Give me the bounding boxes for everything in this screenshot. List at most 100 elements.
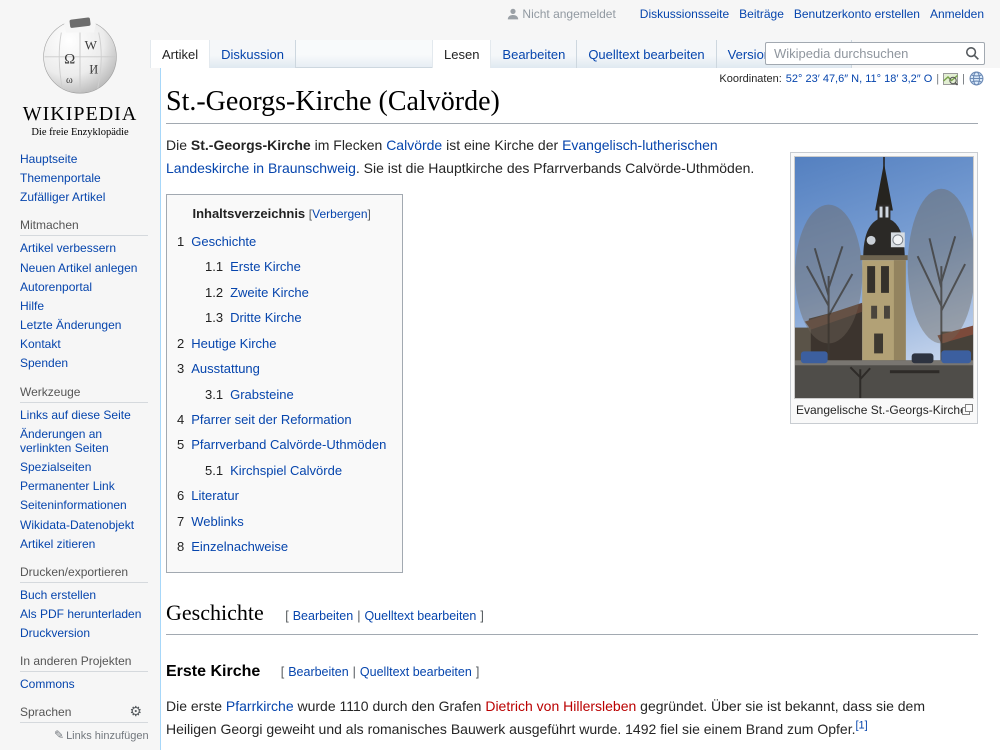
personal-link[interactable]: Diskussionsseite — [640, 7, 729, 21]
map-icon[interactable] — [943, 72, 959, 86]
toc-item: 1.3 Dritte Kirche — [177, 307, 386, 328]
text-segment: ist eine Kirche der — [442, 137, 563, 153]
sidebar-item[interactable]: Buch erstellen — [20, 588, 152, 602]
toc-item: 4 Pfarrer seit der Reformation — [177, 409, 386, 430]
user-icon — [508, 8, 519, 20]
toc-item: 3 Ausstattung — [177, 358, 386, 379]
tab[interactable]: Diskussion — [210, 40, 296, 68]
inline-link[interactable]: Calvörde — [386, 137, 442, 153]
sidebar-item[interactable]: Permanenter Link — [20, 479, 152, 493]
bracket: [ — [280, 664, 285, 679]
sidebar-item[interactable]: Hilfe — [20, 299, 152, 313]
edit-source-link[interactable]: Quelltext bearbeiten — [360, 665, 472, 679]
login-status: Nicht angemeldet — [507, 7, 616, 21]
toc-item: 1 Geschichte — [177, 231, 386, 252]
sidebar-item[interactable]: Letzte Änderungen — [20, 318, 152, 332]
toc-link[interactable]: Dritte Kirche — [230, 310, 302, 325]
toc-number: 5 — [177, 437, 185, 453]
search-input[interactable] — [765, 42, 985, 65]
sidebar: Ω W И ω WIKIPEDIA Die freie Enzyklopädie… — [0, 0, 160, 742]
toc-link[interactable]: Heutige Kirche — [191, 336, 276, 351]
tab[interactable]: Quelltext bearbeiten — [577, 40, 717, 68]
separator: | — [962, 72, 965, 85]
table-of-contents: Inhaltsverzeichnis [Verbergen] 1 Geschich… — [166, 194, 404, 573]
text-segment: wurde 1110 durch den Grafen — [293, 698, 486, 715]
toc-link[interactable]: Erste Kirche — [230, 259, 301, 274]
edit-link[interactable]: Bearbeiten — [288, 665, 348, 679]
toc-link[interactable]: Weblinks — [191, 514, 244, 529]
toc-hide-link[interactable]: Verbergen — [312, 207, 367, 221]
gear-icon[interactable]: ⚙ — [129, 704, 142, 718]
sidebar-item[interactable]: Kontakt — [20, 337, 152, 351]
tab[interactable]: Artikel — [150, 40, 211, 68]
personal-link[interactable]: Anmelden — [930, 7, 984, 21]
search-icon — [965, 46, 979, 60]
toc-link[interactable]: Geschichte — [191, 234, 256, 249]
toc-item: 8 Einzelnachweise — [177, 536, 386, 557]
section-edit-links: [Bearbeiten | Quelltext bearbeiten] — [277, 665, 484, 679]
coordinates-bar: Koordinaten: 52° 23′ 47,6″ N, 11° 18′ 3,… — [719, 71, 984, 86]
sidebar-item[interactable]: Spenden — [20, 356, 152, 370]
tab[interactable]: Lesen — [432, 40, 492, 68]
sidebar-item[interactable]: Autorenportal — [20, 280, 152, 294]
sidebar-item[interactable]: Als PDF herunterladen — [20, 607, 152, 621]
sidebar-item[interactable]: Seiteninformationen — [20, 498, 152, 512]
sidebar-item[interactable]: Commons — [20, 677, 152, 691]
nav-header: In anderen Projekten — [20, 654, 148, 673]
toc-toggle[interactable]: [Verbergen] — [309, 207, 371, 221]
search-button[interactable] — [965, 46, 980, 64]
sidebar-item[interactable]: Artikel zitieren — [20, 537, 152, 551]
toc-link[interactable]: Einzelnachweise — [191, 539, 288, 554]
church-photo[interactable] — [794, 156, 974, 399]
text-segment: Die — [166, 137, 191, 153]
add-links-button[interactable]: ✎ Links hinzufügen — [54, 728, 160, 742]
coordinates-link[interactable]: 52° 23′ 47,6″ N, 11° 18′ 3,2″ O — [786, 73, 933, 85]
edit-source-link[interactable]: Quelltext bearbeiten — [364, 609, 476, 623]
toc-link[interactable]: Kirchspiel Calvörde — [230, 463, 342, 478]
add-links-label: Links hinzufügen — [66, 730, 149, 743]
section-edit-links: [Bearbeiten | Quelltext bearbeiten] — [281, 609, 488, 623]
toc-number: 5.1 — [205, 462, 224, 478]
image-caption: Evangelische St.-Georgs-Kirche — [794, 399, 974, 420]
toc-link[interactable]: Pfarrverband Calvörde-Uthmöden — [191, 437, 386, 452]
sidebar-item[interactable]: Spezialseiten — [20, 460, 152, 474]
toc-link[interactable]: Literatur — [191, 488, 239, 503]
wikipedia-logo[interactable]: Ω W И ω WIKIPEDIA Die freie Enzyklopädie — [0, 0, 160, 138]
church-photo-thumb: Evangelische St.-Georgs-Kirche — [790, 152, 978, 424]
toc-link[interactable]: Pfarrer seit der Reformation — [191, 412, 351, 427]
edit-link[interactable]: Bearbeiten — [293, 609, 353, 623]
text-segment: Die erste — [166, 698, 226, 715]
sidebar-item[interactable]: Artikel verbessern — [20, 241, 152, 255]
sidebar-item[interactable]: Wikidata-Datenobjekt — [20, 518, 152, 532]
toc-item: 3.1 Grabsteine — [177, 384, 386, 405]
sidebar-item[interactable]: Themenportale — [20, 171, 152, 185]
toc-link[interactable]: Zweite Kirche — [230, 285, 309, 300]
personal-link[interactable]: Benutzerkonto erstellen — [794, 7, 920, 21]
tab[interactable]: Bearbeiten — [491, 40, 578, 68]
sidebar-item[interactable]: Änderungen an verlinkten Seiten — [20, 427, 152, 455]
toc-item: 1.2 Zweite Kirche — [177, 282, 386, 303]
puzzle-globe-icon: Ω W И ω — [43, 16, 117, 94]
inline-link[interactable]: Dietrich von Hillersleben — [485, 698, 636, 714]
sidebar-item[interactable]: Neuen Artikel anlegen — [20, 261, 152, 275]
reference-link[interactable]: [1] — [855, 720, 867, 732]
toc-number: 3.1 — [205, 386, 224, 402]
erste-kirche-paragraph: Die erste Pfarrkirche wurde 1110 durch d… — [166, 695, 978, 741]
toc-link[interactable]: Grabsteine — [230, 387, 294, 402]
sidebar-item[interactable]: Druckversion — [20, 626, 152, 640]
section-title: Erste Kirche — [166, 662, 261, 680]
personal-link[interactable]: Beiträge — [739, 7, 784, 21]
sidebar-item[interactable]: Zufälliger Artikel — [20, 190, 152, 204]
toc-item: 5 Pfarrverband Calvörde-Uthmöden — [177, 434, 386, 455]
toc-link[interactable]: Ausstattung — [191, 361, 260, 376]
globe-icon[interactable] — [969, 71, 984, 86]
bracket: ] — [480, 608, 484, 623]
magnify-icon[interactable] — [962, 404, 973, 420]
sidebar-item[interactable]: Links auf diese Seite — [20, 408, 152, 422]
toc-number: 6 — [177, 488, 185, 504]
inline-link[interactable]: Pfarrkirche — [226, 698, 294, 714]
search-box — [765, 42, 985, 65]
text-segment: im Flecken — [310, 137, 387, 153]
toc-item: 2 Heutige Kirche — [177, 333, 386, 354]
sidebar-item[interactable]: Hauptseite — [20, 152, 152, 166]
